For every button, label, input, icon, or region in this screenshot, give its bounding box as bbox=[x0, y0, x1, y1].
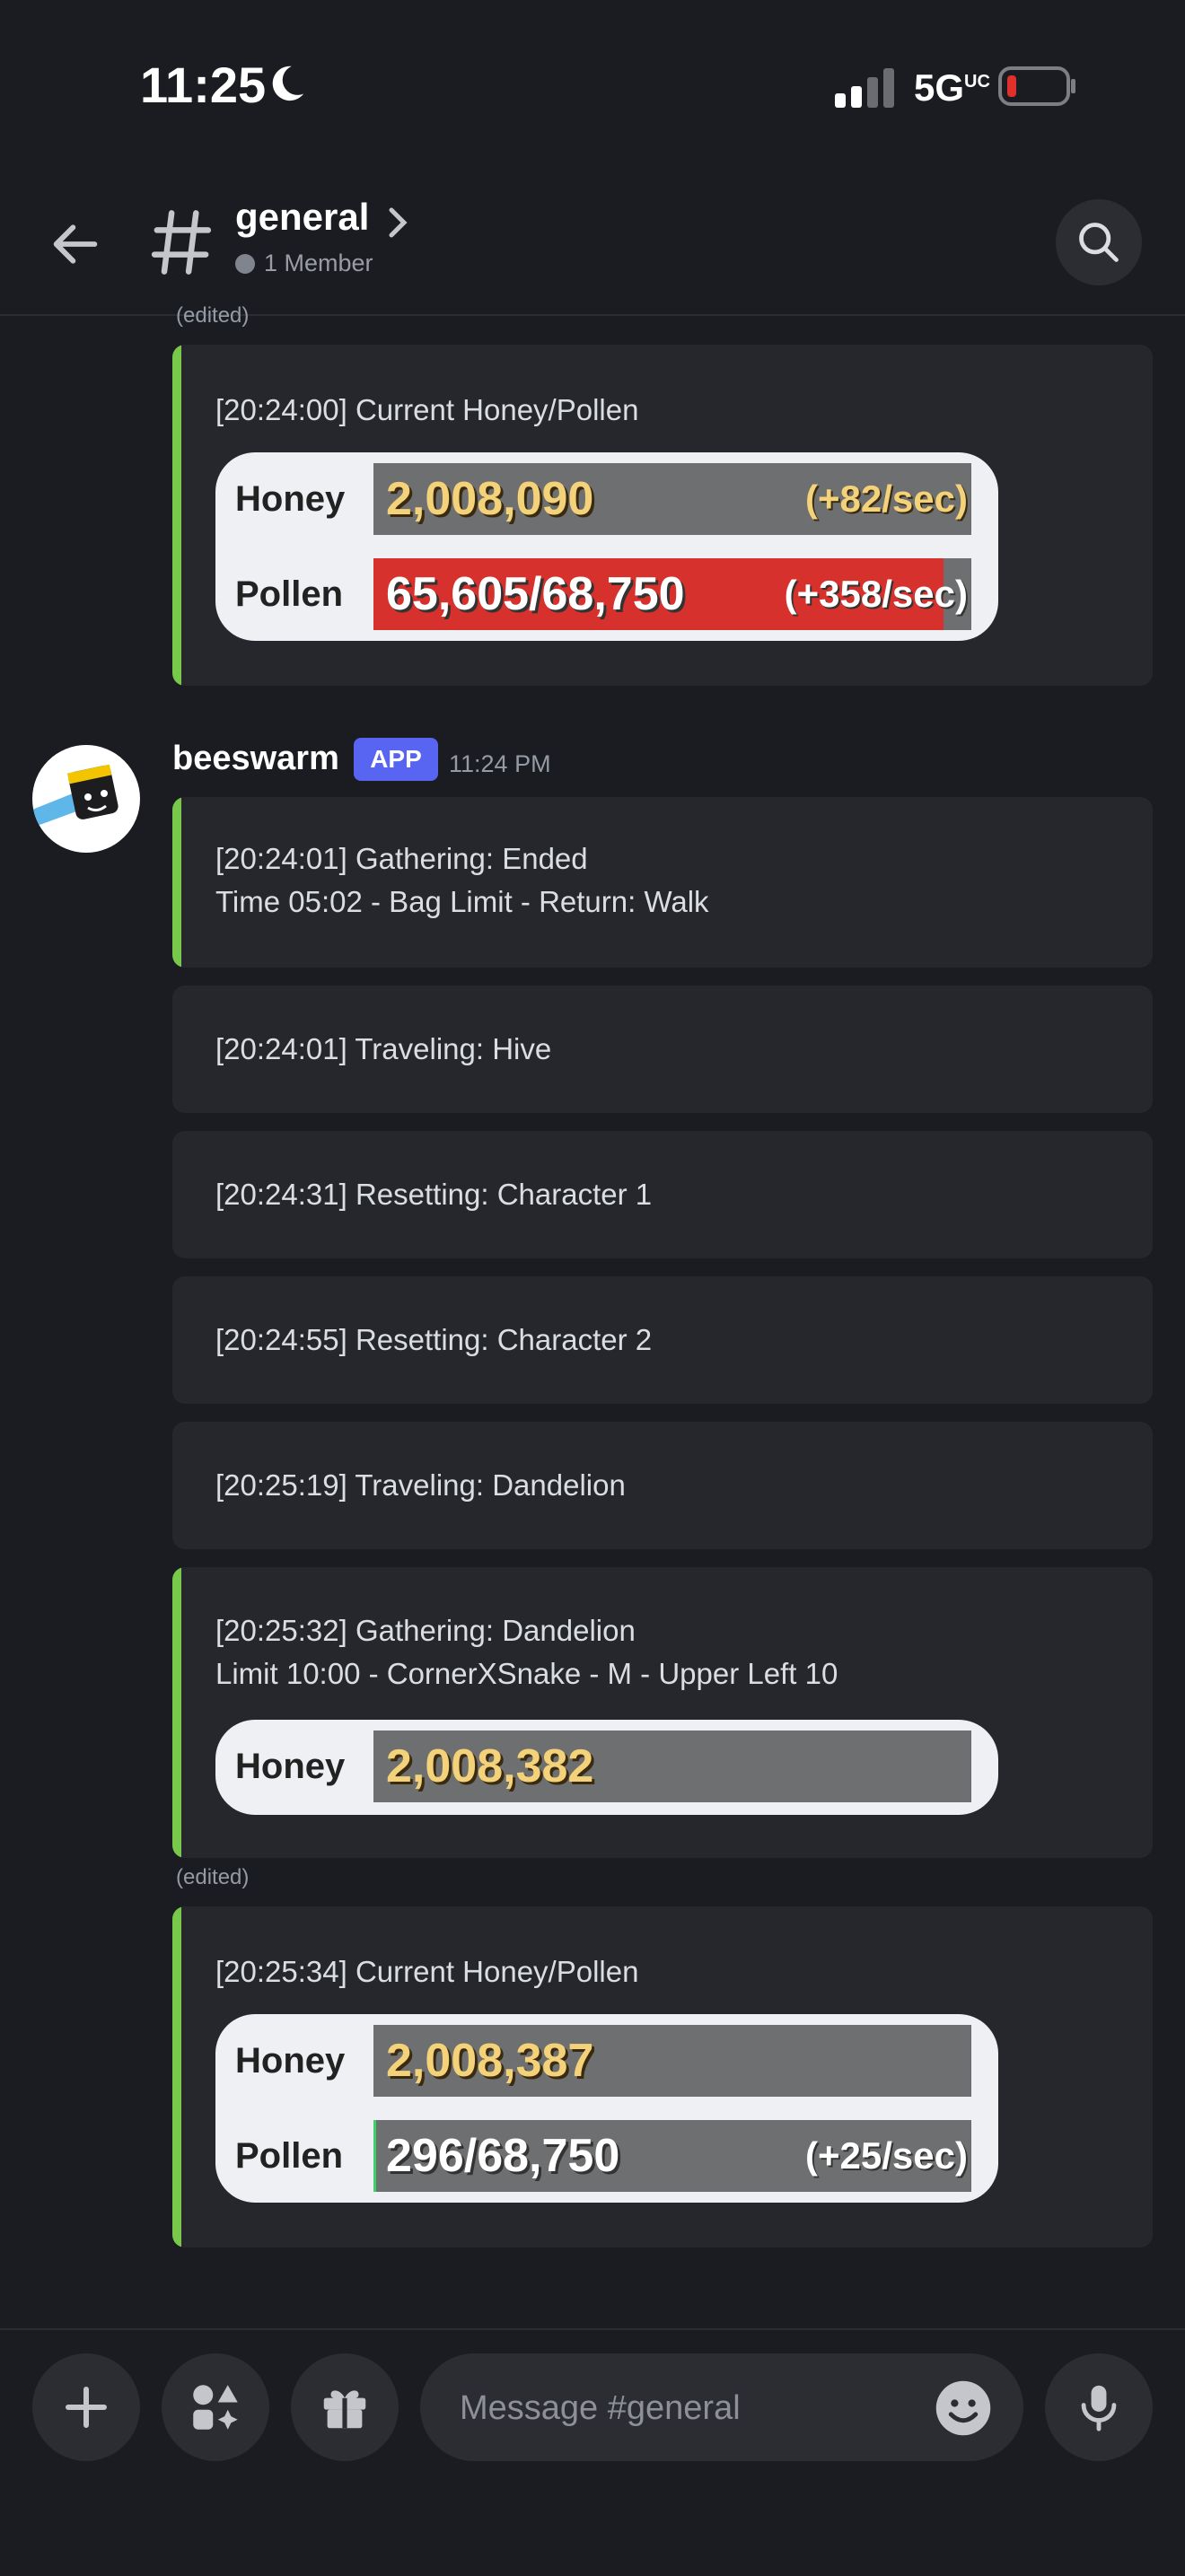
embed-traveling-hive: [20:24:01] Traveling: Hive bbox=[172, 986, 1153, 1113]
voice-button[interactable] bbox=[1045, 2353, 1153, 2461]
embed-line: [20:24:00] Current Honey/Pollen bbox=[215, 393, 639, 426]
honey-bar: 2,008,382 bbox=[373, 1730, 971, 1802]
battery-icon bbox=[998, 66, 1075, 106]
add-attachment-button[interactable] bbox=[32, 2353, 140, 2461]
apps-icon bbox=[193, 2385, 238, 2430]
apps-button[interactable] bbox=[162, 2353, 269, 2461]
search-button[interactable] bbox=[1056, 199, 1142, 285]
pollen-bar: 65,605/68,750 (+358/sec) bbox=[373, 558, 971, 630]
honey-label: Honey bbox=[235, 1747, 346, 1786]
embed-line: [20:25:32] Gathering: Dandelion bbox=[215, 1614, 636, 1647]
network-type: 5GUC bbox=[914, 66, 990, 109]
honey-pollen-image[interactable]: Honey 2,008,090 (+82/sec) Pollen 65,605/… bbox=[215, 452, 998, 641]
microphone-icon bbox=[1081, 2385, 1117, 2431]
member-count: 1 Member bbox=[235, 250, 373, 277]
embed-gathering-ended: [20:24:01] Gathering: Ended Time 05:02 -… bbox=[172, 797, 1153, 968]
honey-image[interactable]: Honey 2,008,382 bbox=[215, 1720, 998, 1815]
honey-value: 2,008,387 bbox=[386, 2035, 594, 2087]
embed-line: Limit 10:00 - CornerXSnake - M - Upper L… bbox=[215, 1657, 838, 1690]
gift-button[interactable] bbox=[291, 2353, 399, 2461]
status-dot-icon bbox=[235, 253, 255, 274]
honey-bar: 2,008,387 bbox=[373, 2025, 971, 2097]
status-time: 11:25 bbox=[140, 57, 267, 113]
search-icon bbox=[1079, 223, 1119, 262]
embed-line: [20:24:31] Resetting: Character 1 bbox=[215, 1178, 653, 1211]
embed-line: [20:25:34] Current Honey/Pollen bbox=[215, 1955, 639, 1988]
emoji-icon[interactable] bbox=[934, 2379, 993, 2438]
honey-label: Honey bbox=[235, 2041, 346, 2081]
pollen-bar: 296/68,750 (+25/sec) bbox=[373, 2120, 971, 2192]
pollen-rate: (+25/sec) bbox=[805, 2134, 968, 2177]
pollen-value: 296/68,750 bbox=[386, 2130, 620, 2182]
pollen-rate: (+358/sec) bbox=[784, 573, 968, 615]
message-input-wrapper bbox=[420, 2353, 1023, 2461]
back-arrow-icon[interactable] bbox=[47, 215, 104, 273]
embed-line: [20:24:55] Resetting: Character 2 bbox=[215, 1323, 653, 1356]
embed-line: Time 05:02 - Bag Limit - Return: Walk bbox=[215, 885, 709, 918]
chevron-right-icon[interactable] bbox=[386, 205, 411, 241]
embed-line: [20:24:01] Traveling: Hive bbox=[215, 1032, 552, 1065]
moon-icon bbox=[272, 66, 304, 101]
channel-name[interactable]: general bbox=[235, 196, 369, 239]
embed-traveling-dandelion: [20:25:19] Traveling: Dandelion bbox=[172, 1422, 1153, 1549]
embed-honey-pollen-1: [20:24:00] Current Honey/Pollen Honey 2,… bbox=[172, 345, 1153, 686]
message-timestamp: 11:24 PM bbox=[449, 750, 551, 777]
message-input[interactable] bbox=[458, 2380, 910, 2436]
plus-icon bbox=[66, 2387, 107, 2428]
embed-resetting-2: [20:24:55] Resetting: Character 2 bbox=[172, 1276, 1153, 1404]
embed-gathering-dandelion: [20:25:32] Gathering: Dandelion Limit 10… bbox=[172, 1567, 1153, 1858]
signal-icon bbox=[835, 68, 894, 108]
gift-icon bbox=[323, 2390, 366, 2429]
status-bar: 11:25 5GUC bbox=[0, 0, 1185, 171]
honey-pollen-image[interactable]: Honey 2,008,387 Pollen 296/68,750 (+25/s… bbox=[215, 2014, 998, 2203]
edited-label: (edited) bbox=[176, 1865, 250, 1889]
pollen-fill bbox=[373, 2120, 376, 2192]
author-name[interactable]: beeswarm bbox=[172, 740, 339, 778]
pollen-label: Pollen bbox=[235, 2136, 344, 2176]
edited-label: (edited) bbox=[176, 303, 250, 328]
honey-rate: (+82/sec) bbox=[805, 478, 968, 520]
embed-resetting-1: [20:24:31] Resetting: Character 1 bbox=[172, 1131, 1153, 1258]
channel-hash-icon bbox=[151, 210, 212, 275]
honey-bar: 2,008,090 (+82/sec) bbox=[373, 463, 971, 535]
app-badge: APP bbox=[354, 738, 438, 781]
honey-value: 2,008,090 bbox=[386, 473, 594, 525]
bee-avatar-icon bbox=[32, 764, 118, 828]
embed-honey-pollen-2: [20:25:34] Current Honey/Pollen Honey 2,… bbox=[172, 1906, 1153, 2247]
avatar[interactable] bbox=[32, 745, 140, 853]
embed-line: [20:24:01] Gathering: Ended bbox=[215, 842, 588, 875]
pollen-value: 65,605/68,750 bbox=[386, 568, 685, 620]
honey-value: 2,008,382 bbox=[386, 1740, 594, 1792]
pollen-label: Pollen bbox=[235, 574, 344, 614]
honey-label: Honey bbox=[235, 479, 346, 519]
embed-line: [20:25:19] Traveling: Dandelion bbox=[215, 1468, 626, 1502]
